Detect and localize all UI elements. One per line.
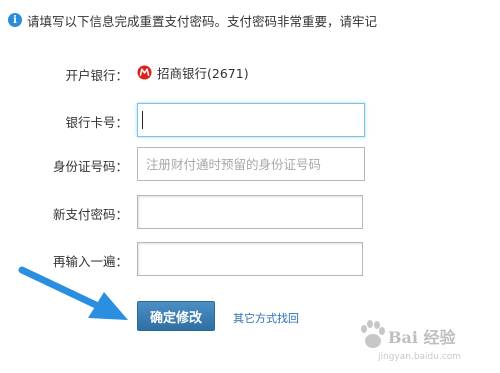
new-password-input[interactable] [137, 195, 363, 229]
notice-message: i 请填写以下信息完成重置支付密码。支付密码非常重要，请牢记 [8, 10, 377, 30]
id-number-input[interactable] [137, 147, 365, 181]
bank-name: 招商银行(2671) [157, 66, 249, 81]
new-password-label: 新支付密码： [52, 207, 128, 222]
cmb-bank-logo [137, 65, 152, 80]
bank-value: 招商银行(2671) [137, 63, 249, 82]
baidu-jingyan-watermark: Bai 经验 jingyan.baidu.com [358, 318, 498, 370]
confirm-password-label: 再输入一遍： [52, 254, 128, 269]
card-number-input[interactable] [137, 103, 365, 137]
watermark-title: Bai 经验 [388, 328, 456, 347]
text-caret [142, 111, 143, 129]
confirm-password-input[interactable] [137, 242, 363, 276]
other-method-link[interactable]: 其它方式找回 [233, 310, 299, 326]
notice-text: 请填写以下信息完成重置支付密码。支付密码非常重要，请牢记 [27, 13, 378, 29]
bank-label: 开户银行： [65, 68, 128, 83]
confirm-modify-button[interactable]: 确定修改 [137, 301, 215, 331]
id-number-label: 身份证号码： [52, 159, 128, 174]
paw-icon [361, 320, 385, 348]
watermark-url: jingyan.baidu.com [378, 352, 462, 362]
card-number-label: 银行卡号： [65, 115, 128, 130]
info-icon: i [8, 13, 22, 27]
